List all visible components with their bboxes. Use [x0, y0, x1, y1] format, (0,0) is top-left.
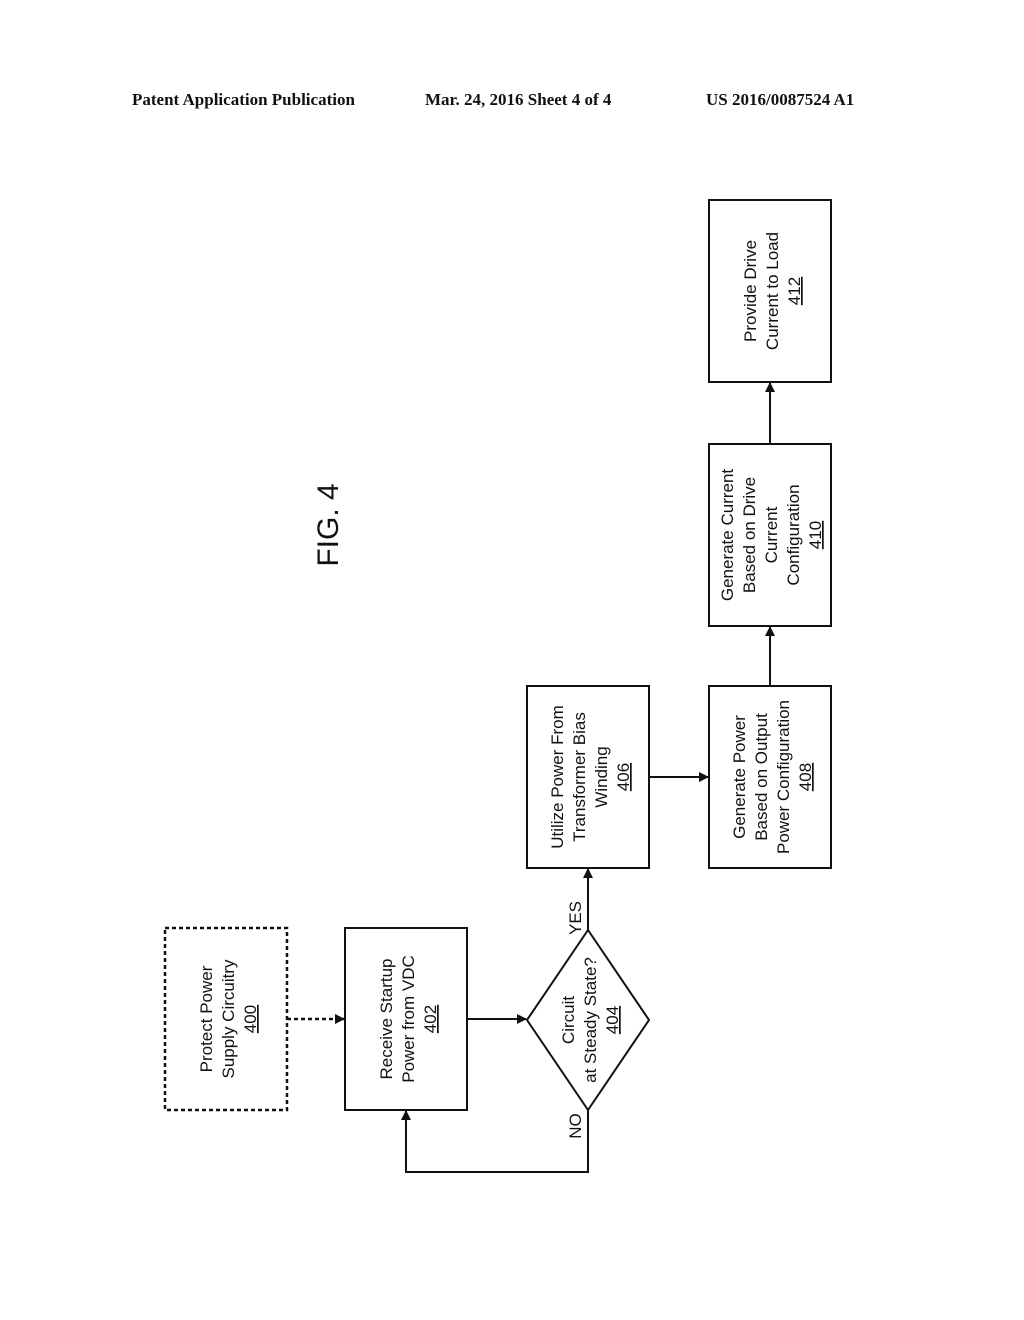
node-406-line-3: Winding: [592, 746, 611, 807]
node-408-line-2: Based on Output: [752, 713, 771, 841]
node-400-line-2: Supply Circuitry: [219, 959, 238, 1079]
node-408-ref: 408: [796, 763, 815, 791]
node-410-line-4: Configuration: [784, 484, 803, 585]
node-410-line-3: Current: [762, 506, 781, 563]
node-402-line-1: Receive Startup: [377, 959, 396, 1080]
figure-label: FIG. 4: [312, 483, 345, 566]
node-406-line-1: Utilize Power From: [548, 705, 567, 849]
node-406-ref: 406: [614, 763, 633, 791]
node-408-line-3: Power Configuration: [774, 700, 793, 854]
flowchart: FIG. 4 Protect Power Supply Circuitry 40…: [163, 199, 832, 1173]
node-402-line-2: Power from VDC: [399, 955, 418, 1083]
node-400-line-1: Protect Power: [197, 965, 216, 1072]
node-408: Generate Power Based on Output Power Con…: [708, 685, 832, 869]
no-label: NO: [566, 1113, 585, 1139]
node-402-ref: 402: [421, 1005, 440, 1033]
node-404-line-2: at Steady State?: [581, 957, 600, 1083]
node-410-line-2: Based on Drive: [740, 477, 759, 593]
node-410-ref: 410: [806, 521, 825, 549]
node-410-line-1: Generate Current: [718, 469, 737, 602]
yes-label: YES: [566, 901, 585, 935]
node-408-line-1: Generate Power: [730, 715, 749, 839]
node-400: Protect Power Supply Circuitry 400: [163, 926, 289, 1112]
node-406: Utilize Power From Transformer Bias Wind…: [526, 685, 650, 869]
node-412-ref: 412: [785, 277, 804, 305]
edge-404-no-loop-to-402: [401, 1110, 589, 1173]
node-400-ref: 400: [241, 1005, 260, 1033]
node-402: Receive Startup Power from VDC 402: [344, 927, 468, 1111]
node-404-decision: Circuit at Steady State? 404: [525, 928, 651, 1112]
node-410: Generate Current Based on Drive Current …: [708, 443, 832, 627]
node-404-line-1: Circuit: [559, 996, 578, 1044]
node-404-ref: 404: [603, 1006, 622, 1034]
node-412-line-1: Provide Drive: [741, 240, 760, 342]
node-412-line-2: Current to Load: [763, 232, 782, 350]
node-406-line-2: Transformer Bias: [570, 712, 589, 842]
node-412: Provide Drive Current to Load 412: [708, 199, 832, 383]
